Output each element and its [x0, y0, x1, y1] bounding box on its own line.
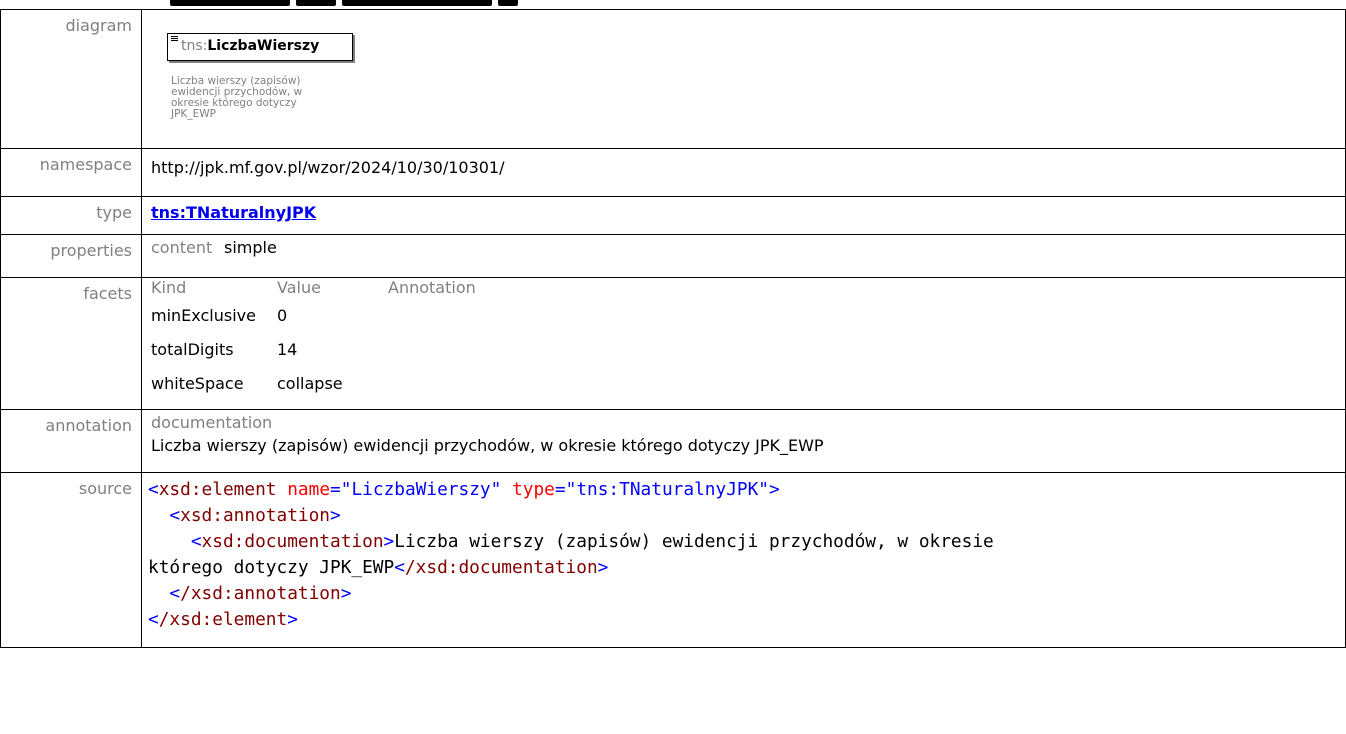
facet-value: collapse: [277, 374, 343, 393]
source-tag: xsd:element: [158, 479, 277, 500]
row-diagram: diagram tns:LiczbaWierszy Liczba wierszy…: [0, 9, 1346, 149]
source-attr: type: [512, 479, 555, 500]
facets-header: Kind Value Annotation: [151, 278, 476, 302]
label-type: type: [0, 196, 142, 235]
prop-value: simple: [224, 238, 277, 257]
type-link[interactable]: tns:TNaturalnyJPK: [151, 203, 316, 222]
source-tag: /xsd:documentation: [404, 557, 598, 578]
element-lines-icon: [171, 36, 178, 42]
row-properties: properties content simple: [0, 234, 1346, 278]
source-tag: /xsd:element: [158, 609, 288, 630]
facet-kind: totalDigits: [151, 340, 234, 359]
source-attr: name: [287, 479, 331, 500]
row-namespace: namespace http://jpk.mf.gov.pl/wzor/2024…: [0, 148, 1346, 197]
facet-kind: minExclusive: [151, 306, 256, 325]
facets-header-annotation: Annotation: [388, 278, 476, 297]
facets-table: Kind Value Annotation minExclusive 0 tot…: [151, 278, 476, 404]
element-documentation: Liczba wierszy (zapisów) ewidencji przyc…: [171, 76, 311, 120]
facet-row: totalDigits 14: [151, 336, 476, 370]
facet-annotation: [388, 302, 476, 336]
annotation-text: Liczba wierszy (zapisów) ewidencji przyc…: [151, 436, 824, 455]
row-type: type tns:TNaturalnyJPK: [0, 196, 1346, 235]
row-facets: facets Kind Value Annotation minExclusiv…: [0, 277, 1346, 410]
source-tag: xsd:documentation: [201, 531, 384, 552]
label-annotation: annotation: [0, 409, 142, 473]
facet-row: minExclusive 0: [151, 302, 476, 336]
facet-value: 14: [277, 340, 298, 359]
element-name: LiczbaWierszy: [207, 38, 320, 54]
element-label: tns:LiczbaWierszy: [181, 38, 319, 54]
element-prefix: tns:: [181, 38, 208, 54]
facets-header-value: Value: [277, 278, 321, 297]
facet-annotation: [388, 336, 476, 370]
row-annotation: annotation documentation Liczba wierszy …: [0, 409, 1346, 473]
properties-inner: content simple: [151, 238, 277, 257]
element-box[interactable]: tns:LiczbaWierszy: [167, 33, 353, 61]
source-tag: xsd:annotation: [180, 505, 331, 526]
label-namespace: namespace: [0, 148, 142, 197]
source-text: Liczba wierszy (zapisów) ewidencji przyc…: [394, 531, 994, 552]
facets-header-kind: Kind: [151, 278, 187, 297]
label-source: source: [0, 472, 142, 648]
source-text: którego dotyczy JPK_EWP: [148, 557, 395, 578]
facet-value: 0: [277, 306, 288, 325]
prop-key: content: [151, 238, 213, 257]
facet-annotation: [388, 370, 476, 404]
properties-table: diagram tns:LiczbaWierszy Liczba wierszy…: [0, 9, 1346, 648]
element-diagram[interactable]: tns:LiczbaWierszy Liczba wierszy (zapisó…: [161, 28, 353, 148]
doc-line: JPK_EWP: [171, 108, 216, 120]
source-attr-value: "tns:TNaturalnyJPK": [565, 479, 770, 500]
label-diagram: diagram: [0, 9, 142, 149]
label-facets: facets: [0, 277, 142, 410]
label-properties: properties: [0, 234, 142, 278]
diagram-cell: tns:LiczbaWierszy Liczba wierszy (zapisó…: [141, 9, 1346, 149]
source-tag: /xsd:annotation: [180, 583, 341, 604]
row-source: source <xsd:element name="LiczbaWierszy"…: [0, 472, 1346, 648]
source-code: <xsd:element name="LiczbaWierszy" type="…: [148, 479, 994, 630]
namespace-value: http://jpk.mf.gov.pl/wzor/2024/10/30/103…: [151, 158, 505, 177]
facet-row: whiteSpace collapse: [151, 370, 476, 404]
source-attr-value: "LiczbaWierszy": [340, 479, 502, 500]
annotation-key: documentation: [151, 413, 273, 432]
facet-kind: whiteSpace: [151, 374, 244, 393]
